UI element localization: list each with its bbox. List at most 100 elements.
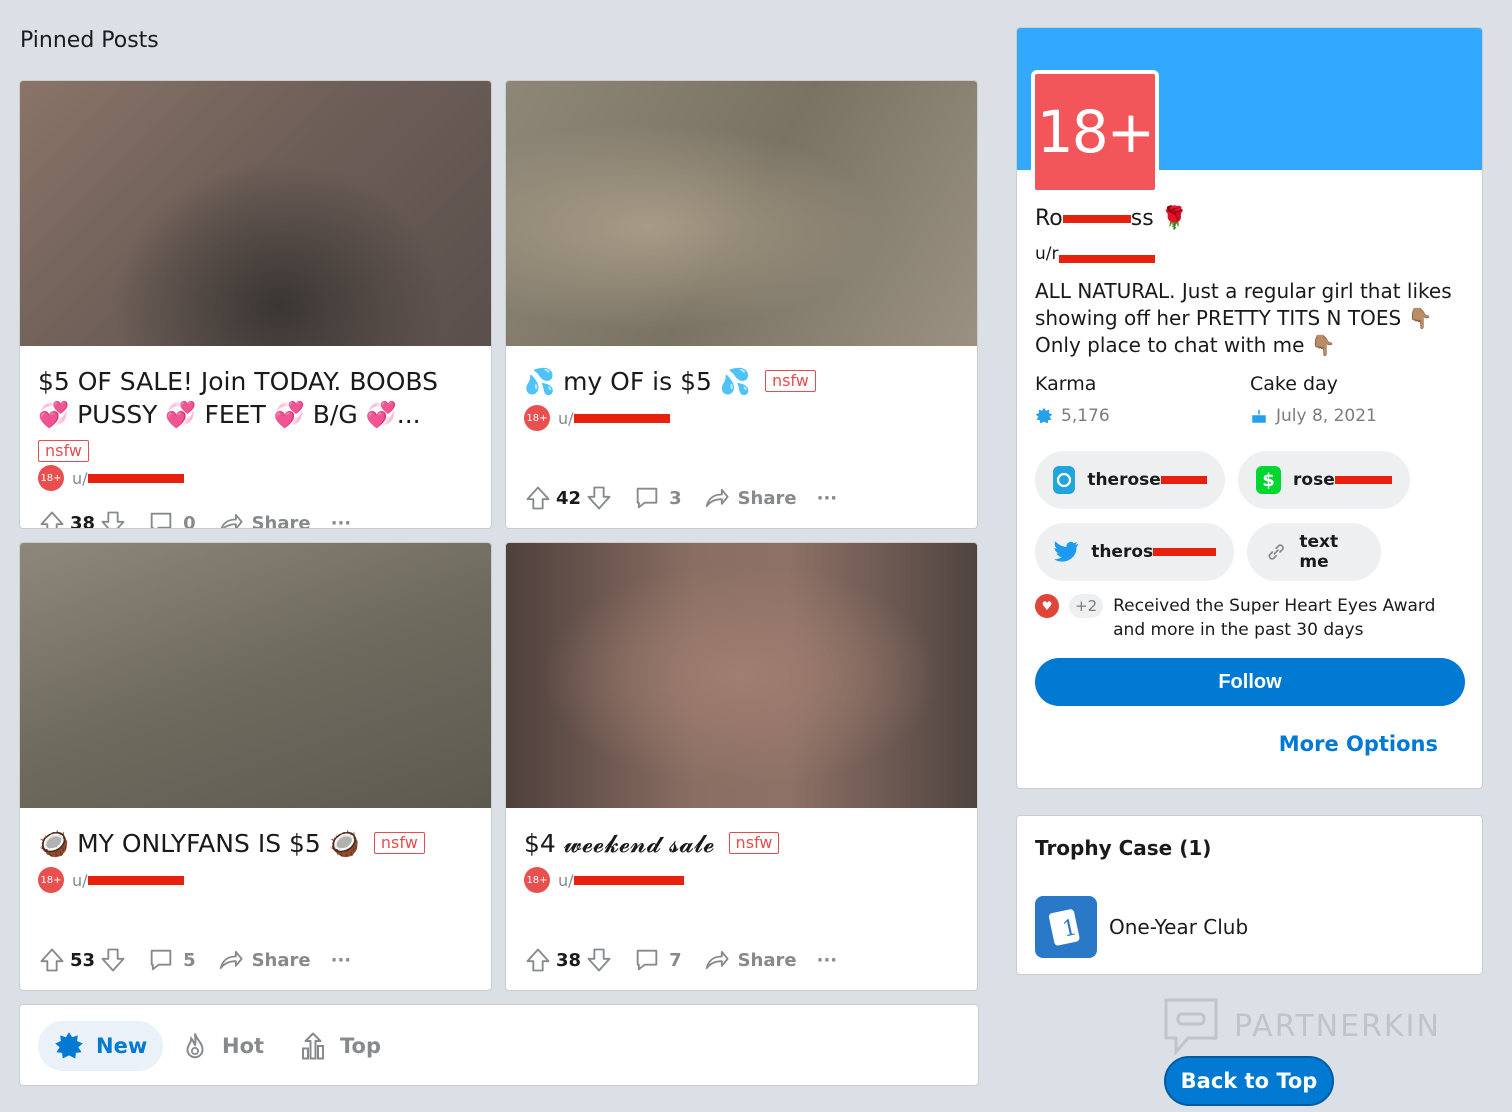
- social-link-cashapp[interactable]: $ rose: [1238, 451, 1410, 509]
- post-card[interactable]: $5 OF SALE! Join TODAY. BOOBS 💞 PUSSY 💞 …: [19, 80, 492, 529]
- social-label: text me: [1299, 532, 1339, 572]
- nsfw-tag: nsfw: [728, 832, 780, 854]
- post-thumbnail[interactable]: [506, 543, 977, 808]
- vote-group: 53: [38, 946, 127, 974]
- redaction-mark: [87, 473, 184, 483]
- comments-button[interactable]: 5: [147, 946, 196, 974]
- vote-count: 38: [70, 512, 96, 529]
- post-thumbnail[interactable]: [20, 543, 491, 808]
- post-card[interactable]: 🥥 MY ONLYFANS IS $5 🥥 nsfw 18+ u/ 53 5 S…: [19, 542, 492, 991]
- karma-label: Karma: [1035, 373, 1097, 395]
- more-options-link[interactable]: More Options: [1279, 732, 1438, 756]
- social-link-twitter[interactable]: theros: [1035, 523, 1234, 581]
- redaction-mark: [1153, 548, 1216, 556]
- sort-top-button[interactable]: Top: [282, 1021, 397, 1071]
- vote-count: 38: [556, 949, 582, 971]
- vote-count: 42: [556, 487, 582, 509]
- top-chart-icon: [302, 1032, 324, 1060]
- karma-value: 5,176: [1061, 406, 1110, 426]
- avatar: 18+: [524, 867, 550, 893]
- comments-button[interactable]: 0: [147, 509, 196, 529]
- comments-button[interactable]: 7: [633, 946, 682, 974]
- post-author[interactable]: 18+ u/: [38, 465, 184, 491]
- comment-icon: [636, 949, 658, 971]
- downvote-icon[interactable]: [99, 946, 127, 974]
- award-summary[interactable]: ♥ +2 Received the Super Heart Eyes Award…: [1035, 594, 1455, 642]
- downvote-icon[interactable]: [585, 484, 613, 512]
- post-card[interactable]: $4 𝔀𝓮𝓮𝓴𝓮𝓷𝓭 𝓼𝓪𝓵𝓮 nsfw 18+ u/ 38 7 Share ·…: [505, 542, 978, 991]
- cakeday-label: Cake day: [1250, 373, 1338, 395]
- social-link-text-me[interactable]: text me: [1247, 523, 1381, 581]
- more-button[interactable]: ···: [817, 950, 838, 971]
- post-title-text[interactable]: $4 𝔀𝓮𝓮𝓴𝓮𝓷𝓭 𝓼𝓪𝓵𝓮: [524, 829, 715, 858]
- share-button[interactable]: Share: [702, 484, 797, 512]
- share-button[interactable]: Share: [216, 946, 311, 974]
- more-button[interactable]: ···: [331, 513, 352, 529]
- trophy-item[interactable]: 1 One-Year Club: [1035, 896, 1248, 958]
- profile-card: 18+ Ro ss 🌹 u/r ALL NATURAL. Just a regul…: [1016, 27, 1483, 789]
- cakeday-value-row: July 8, 2021: [1250, 406, 1377, 426]
- share-label: Share: [251, 949, 311, 971]
- redaction-mark: [1062, 215, 1131, 223]
- upvote-icon[interactable]: [38, 509, 66, 529]
- share-button[interactable]: Share: [216, 509, 311, 528]
- upvote-icon[interactable]: [524, 484, 552, 512]
- username-prefix: u/r: [1035, 244, 1059, 264]
- post-title[interactable]: $4 𝔀𝓮𝓮𝓴𝓮𝓷𝓭 𝓼𝓪𝓵𝓮 nsfw: [524, 827, 947, 860]
- social-link-onlyfans[interactable]: therose: [1035, 451, 1225, 509]
- more-button[interactable]: ···: [331, 950, 352, 971]
- comment-icon: [150, 512, 172, 528]
- vote-count: 53: [70, 949, 96, 971]
- redaction-mark: [573, 413, 670, 423]
- post-title[interactable]: $5 OF SALE! Join TODAY. BOOBS 💞 PUSSY 💞 …: [38, 365, 461, 464]
- post-title-text[interactable]: $5 OF SALE! Join TODAY. BOOBS 💞 PUSSY 💞 …: [38, 367, 438, 429]
- author-prefix: u/: [72, 870, 88, 890]
- back-to-top-button[interactable]: Back to Top: [1164, 1056, 1334, 1106]
- social-label: theros: [1091, 542, 1154, 562]
- sort-hot-button[interactable]: Hot: [164, 1021, 280, 1071]
- post-actions: 38 0 Share ···: [38, 509, 352, 529]
- redaction-mark: [573, 875, 684, 885]
- post-actions: 38 7 Share ···: [524, 946, 837, 974]
- sort-bar: New Hot Top: [19, 1004, 979, 1086]
- share-label: Share: [737, 949, 797, 971]
- upvote-icon[interactable]: [38, 946, 66, 974]
- post-title-text[interactable]: 🥥 MY ONLYFANS IS $5 🥥: [38, 829, 360, 858]
- share-button[interactable]: Share: [702, 946, 797, 974]
- profile-avatar[interactable]: 18+: [1031, 70, 1159, 194]
- username: u/r: [1035, 244, 1155, 264]
- author-prefix: u/: [72, 468, 88, 488]
- post-title-text[interactable]: 💦 my OF is $5 💦: [524, 367, 751, 396]
- downvote-icon[interactable]: [585, 946, 613, 974]
- post-author[interactable]: 18+ u/: [524, 867, 684, 893]
- more-button[interactable]: ···: [817, 488, 838, 509]
- follow-button[interactable]: Follow: [1035, 658, 1465, 706]
- author-prefix: u/: [558, 870, 574, 890]
- onlyfans-icon: [1053, 466, 1076, 494]
- sort-new-button[interactable]: New: [38, 1021, 164, 1071]
- avatar-text: 18+: [1035, 74, 1155, 190]
- share-label: Share: [737, 487, 797, 509]
- downvote-icon[interactable]: [99, 509, 127, 529]
- nsfw-tag: nsfw: [764, 370, 816, 392]
- display-name: Ro ss 🌹: [1035, 206, 1188, 231]
- post-title[interactable]: 🥥 MY ONLYFANS IS $5 🥥 nsfw: [38, 827, 461, 860]
- upvote-icon[interactable]: [524, 946, 552, 974]
- post-author[interactable]: 18+ u/: [524, 405, 670, 431]
- partnerkin-logo-icon: [1164, 998, 1218, 1056]
- twitter-icon: [1054, 541, 1079, 562]
- watermark-text: PARTNERKIN: [1234, 1008, 1441, 1044]
- avatar: 18+: [524, 405, 550, 431]
- comment-count: 0: [183, 512, 196, 529]
- comment-icon: [150, 949, 172, 971]
- comments-button[interactable]: 3: [633, 484, 682, 512]
- post-thumbnail[interactable]: [20, 81, 491, 346]
- comment-count: 3: [669, 487, 682, 509]
- post-author[interactable]: 18+ u/: [38, 867, 184, 893]
- social-label: rose: [1293, 470, 1335, 490]
- redaction-mark: [1058, 255, 1155, 263]
- post-thumbnail[interactable]: [506, 81, 977, 346]
- post-actions: 53 5 Share ···: [38, 946, 351, 974]
- post-title[interactable]: 💦 my OF is $5 💦 nsfw: [524, 365, 947, 398]
- post-card[interactable]: 💦 my OF is $5 💦 nsfw 18+ u/ 42 3 Share ·…: [505, 80, 978, 529]
